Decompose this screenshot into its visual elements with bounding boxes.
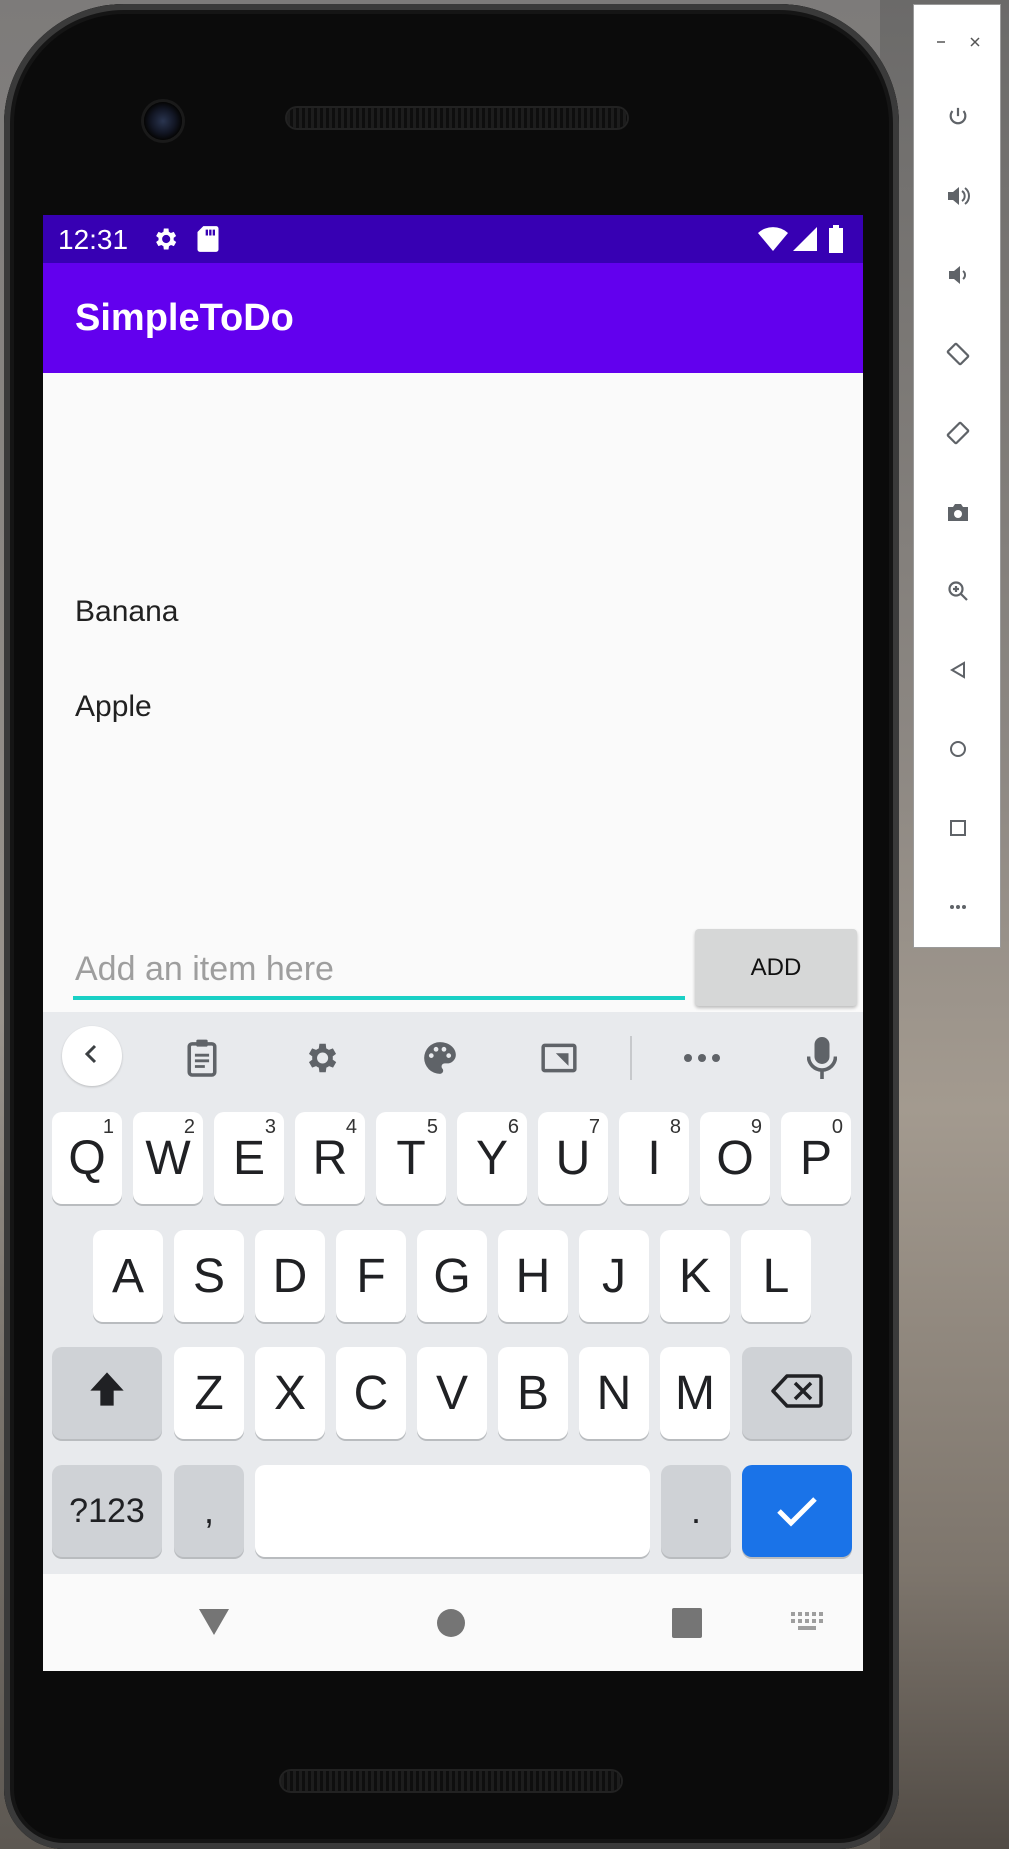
key-p[interactable]: 0P [781,1112,851,1204]
close-icon[interactable] [970,31,980,52]
more-options-icon[interactable] [680,1036,724,1080]
zoom-icon[interactable] [942,575,974,607]
period-key[interactable]: . [661,1465,731,1557]
key-w[interactable]: 2W [133,1112,203,1204]
list-item[interactable]: Apple [75,690,152,724]
home-icon[interactable] [942,733,974,765]
bottom-speaker [281,1771,621,1791]
backspace-icon [771,1366,823,1421]
emulator-controls-panel [913,4,1001,948]
volume-down-icon[interactable] [942,259,974,291]
device-screen: 12:31 SimpleToDo Banana Apple ADD [43,215,863,1671]
back-icon[interactable] [942,654,974,686]
space-key[interactable] [255,1465,650,1557]
key-f[interactable]: F [336,1230,406,1322]
keyboard-switch-icon[interactable] [791,1612,823,1637]
key-u[interactable]: 7U [538,1112,608,1204]
key-x[interactable]: X [255,1347,325,1439]
key-y[interactable]: 6Y [457,1112,527,1204]
more-icon[interactable] [942,891,974,923]
gear-icon[interactable] [299,1036,343,1080]
chevron-left-icon [80,1042,104,1071]
comma-key[interactable]: , [174,1465,244,1557]
battery-icon [828,225,844,260]
app-title: SimpleToDo [75,297,294,339]
add-item-input[interactable] [73,940,689,998]
soft-keyboard: 1Q 2W 3E 4R 5T 6Y 7U 8I 9O 0P A S D F G … [43,1012,863,1574]
key-e[interactable]: 3E [214,1112,284,1204]
home-circle-icon[interactable] [436,1608,466,1643]
key-n[interactable]: N [579,1347,649,1439]
one-handed-mode-icon[interactable] [537,1036,581,1080]
keyboard-toolbar [43,1012,863,1100]
rotate-right-icon[interactable] [942,417,974,449]
key-s[interactable]: S [174,1230,244,1322]
key-i[interactable]: 8I [619,1112,689,1204]
settings-notification-icon [151,225,179,260]
key-t[interactable]: 5T [376,1112,446,1204]
volume-up-icon[interactable] [942,180,974,212]
key-c[interactable]: C [336,1347,406,1439]
microphone-icon[interactable] [800,1036,844,1080]
app-bar: SimpleToDo [43,263,863,373]
wifi-icon [757,225,789,260]
key-d[interactable]: D [255,1230,325,1322]
key-r[interactable]: 4R [295,1112,365,1204]
minimize-icon[interactable] [936,31,946,52]
key-j[interactable]: J [579,1230,649,1322]
keyboard-collapse-button[interactable] [62,1026,122,1086]
rotate-left-icon[interactable] [942,338,974,370]
key-g[interactable]: G [417,1230,487,1322]
key-b[interactable]: B [498,1347,568,1439]
cell-signal-icon [791,225,819,260]
list-item[interactable]: Banana [75,595,178,629]
power-icon[interactable] [942,101,974,133]
key-k[interactable]: K [660,1230,730,1322]
palette-icon[interactable] [418,1036,462,1080]
toolbar-divider [630,1036,632,1080]
sd-card-icon [196,225,220,260]
checkmark-icon [776,1484,818,1539]
back-triangle-icon[interactable] [198,1608,230,1641]
earpiece-speaker [287,108,627,128]
backspace-key[interactable] [742,1347,852,1439]
key-o[interactable]: 9O [700,1112,770,1204]
clipboard-icon[interactable] [180,1036,224,1080]
key-l[interactable]: L [741,1230,811,1322]
item-input-container [73,940,689,1000]
key-q[interactable]: 1Q [52,1112,122,1204]
shift-key[interactable] [52,1347,162,1439]
input-underline [73,996,685,1000]
overview-icon[interactable] [942,812,974,844]
symbols-key[interactable]: ?123 [52,1465,162,1557]
key-v[interactable]: V [417,1347,487,1439]
enter-key[interactable] [742,1465,852,1557]
add-button[interactable]: ADD [695,929,857,1006]
recents-square-icon[interactable] [672,1608,702,1643]
key-m[interactable]: M [660,1347,730,1439]
key-h[interactable]: H [498,1230,568,1322]
front-camera [144,102,182,140]
shift-arrow-icon [87,1366,127,1421]
status-time: 12:31 [58,224,129,255]
key-z[interactable]: Z [174,1347,244,1439]
navigation-bar [43,1574,863,1671]
status-bar: 12:31 [43,215,863,263]
key-a[interactable]: A [93,1230,163,1322]
camera-icon[interactable] [942,496,974,528]
